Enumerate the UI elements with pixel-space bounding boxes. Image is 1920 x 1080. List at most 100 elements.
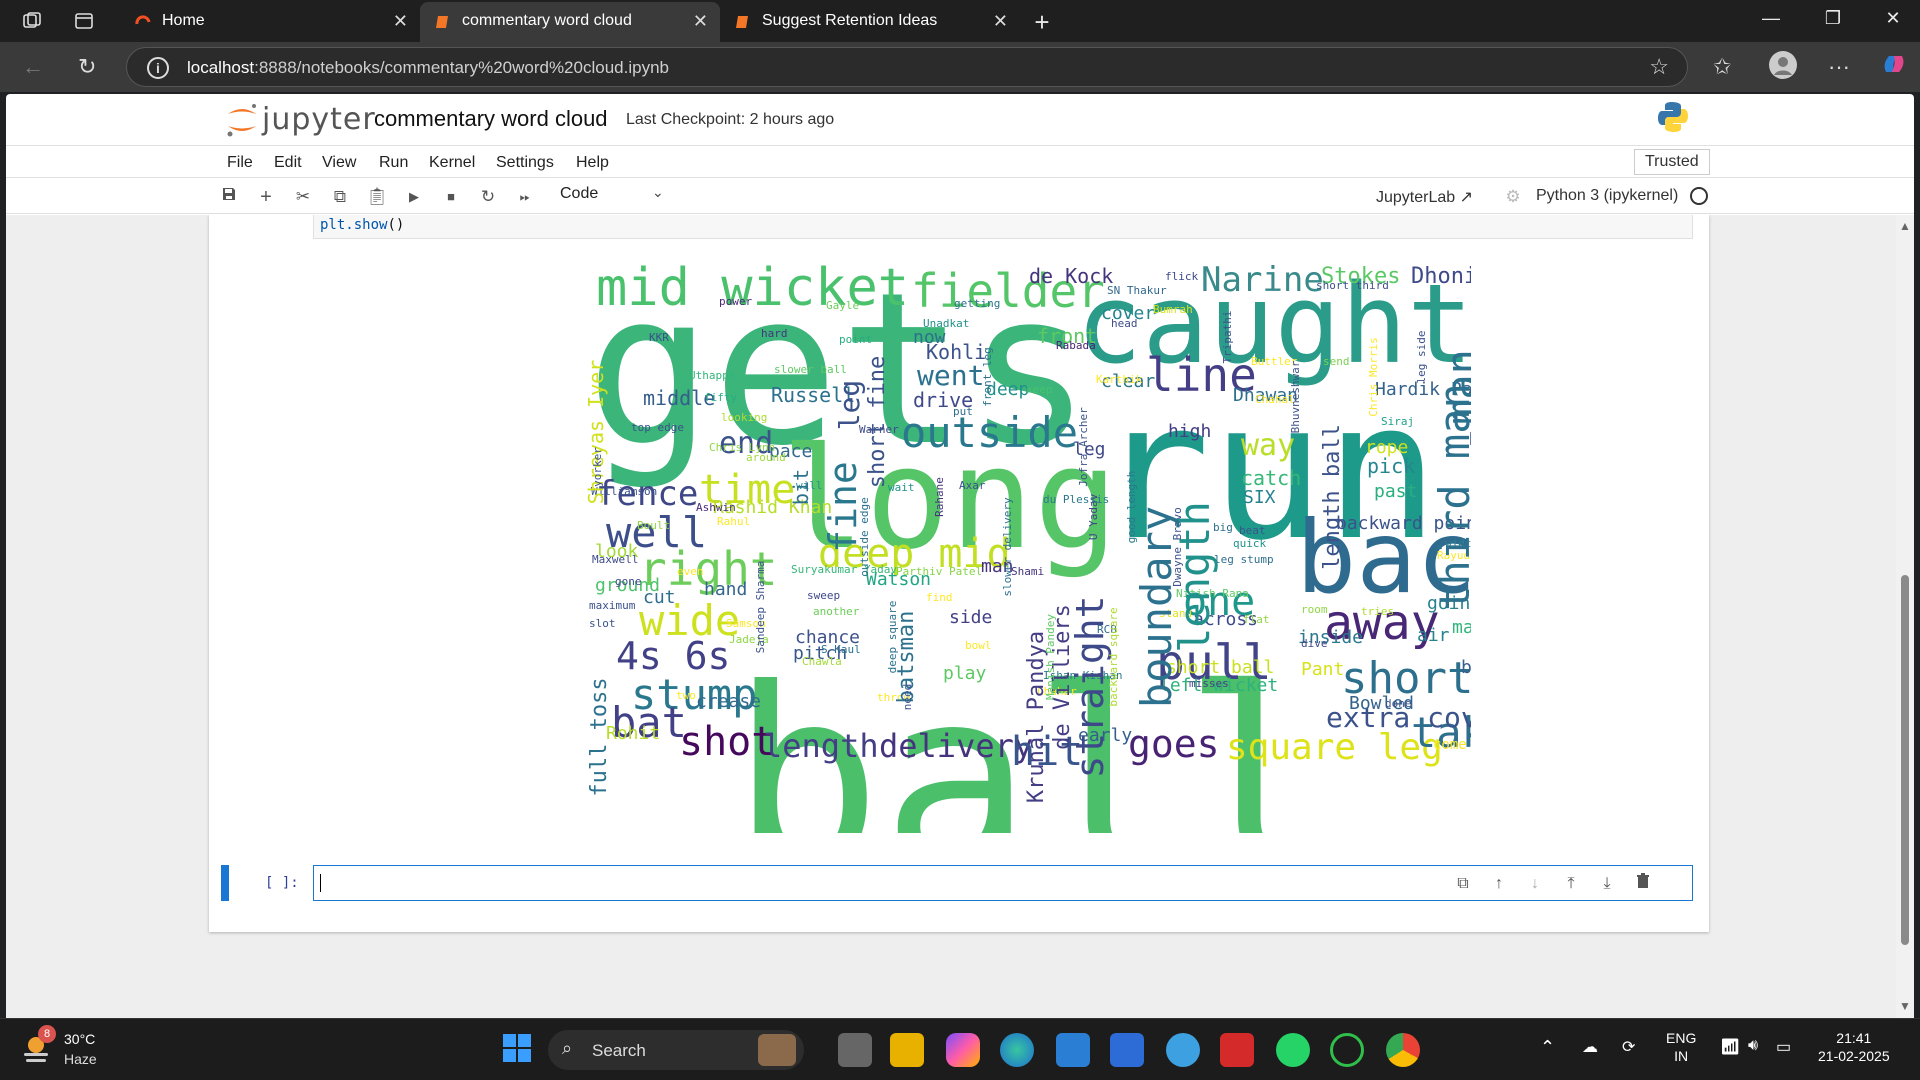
word-cloud-word: Karthik [1096,373,1143,386]
run-icon[interactable]: ▶ [403,186,425,208]
minimize-icon[interactable]: — [1756,8,1786,34]
insert-above-icon[interactable]: ⤒ [1560,873,1582,895]
move-down-icon[interactable]: ↓ [1524,873,1546,895]
windows-taskbar: 8 30°C Haze ⌕ Search ⌃ ☁ ⟳ ENG IN 📶︎ 🔊︎ ▭… [0,1018,1920,1080]
mcafee-icon[interactable] [1220,1033,1254,1067]
code-cell-tail[interactable]: plt.show() [313,215,1693,239]
whatsapp-icon[interactable] [1276,1033,1310,1067]
word-cloud-word-vertical: Chris Morris [1367,337,1380,416]
volume-icon[interactable]: 🔊︎ [1748,1037,1758,1055]
word-cloud-word: Gayle [826,299,859,312]
task-view-icon[interactable] [838,1033,872,1067]
scroll-down-icon[interactable]: ▼ [1899,999,1911,1013]
scrollbar-thumb[interactable] [1901,575,1909,945]
menu-help[interactable]: Help [576,154,609,172]
show-hidden-icons-icon[interactable]: ⌃ [1540,1037,1555,1058]
cell-input[interactable]: ⧉ ↑ ↓ ⤒ ⤓ [313,865,1693,901]
word-cloud-word: two [676,689,696,702]
battery-icon[interactable]: ▭ [1776,1037,1791,1057]
file-explorer-icon[interactable] [890,1033,924,1067]
tab-suggest-retention-ideas[interactable]: Suggest Retention Ideas ✕ [720,2,1020,42]
word-cloud-word: KKR [649,331,669,344]
word-cloud-word: even [677,565,704,578]
copilot-icon[interactable] [1880,50,1908,84]
cell-type-select[interactable]: Code ⌄ [560,184,670,203]
address-bar[interactable]: i localhost:8888/notebooks/commentary%20… [126,47,1688,87]
close-icon[interactable]: ✕ [993,11,1008,32]
weather-widget[interactable]: 8 30°C Haze [20,1025,97,1072]
menu-settings[interactable]: Settings [496,154,554,172]
stop-icon[interactable]: ■ [440,186,462,208]
vertical-scrollbar[interactable]: ▲ ▼ [1896,215,1914,1018]
word-cloud-word: another [813,605,860,618]
copy-icon[interactable]: ⧉ [329,186,351,208]
tab-commentary-word-cloud[interactable]: commentary word cloud ✕ [420,2,720,42]
window-close-icon[interactable]: ✕ [1878,8,1908,34]
insert-cell-icon[interactable]: + [255,186,277,208]
notebook-scroll-area[interactable]: plt.show() getsrunballlongcaughtbackmid … [6,215,1914,1018]
notebook-title[interactable]: commentary word cloud [374,106,608,132]
microsoft-store-icon[interactable] [1056,1033,1090,1067]
close-icon[interactable]: ✕ [693,11,708,32]
menu-kernel[interactable]: Kernel [429,154,475,172]
language-indicator[interactable]: ENG IN [1666,1029,1696,1065]
taskbar-search[interactable]: ⌕ Search [548,1030,804,1070]
active-cell-indicator [221,865,229,901]
favorites-icon[interactable]: ✩ [1713,54,1731,80]
restart-icon[interactable]: ↻ [477,186,499,208]
new-tab-icon[interactable]: + [1030,9,1054,35]
duplicate-cell-icon[interactable]: ⧉ [1452,873,1474,895]
word-cloud-word: Dhoni [1411,264,1471,289]
mysql-icon[interactable] [1110,1033,1144,1067]
word-cloud-word-vertical: Tripathi [1221,311,1234,364]
insert-below-icon[interactable]: ⤓ [1596,873,1618,895]
paste-icon[interactable]: 📋︎ [366,186,388,208]
settings-gear-icon[interactable]: ⚙ [1502,186,1524,208]
word-cloud-word-vertical: Manish Pandey [1044,614,1057,700]
menu-run[interactable]: Run [379,154,408,172]
tab-actions-icon[interactable] [72,10,96,34]
network-status-icon[interactable]: ☁ [1582,1037,1598,1057]
trusted-badge[interactable]: Trusted [1634,149,1710,175]
wifi-icon[interactable]: 📶︎ [1720,1037,1740,1057]
profile-avatar-icon[interactable] [1768,50,1798,86]
jupyterlab-link[interactable]: JupyterLab ↗ [1376,187,1473,207]
jupyter-app-icon[interactable] [1330,1033,1364,1067]
menu-view[interactable]: View [322,154,356,172]
word-cloud-word: sweep [807,589,840,602]
word-cloud-word: bowler [1461,657,1471,678]
close-icon[interactable]: ✕ [393,11,408,32]
chevron-down-icon: ⌄ [652,184,664,200]
more-options-icon[interactable]: ··· [1828,54,1850,80]
word-cloud-word: send [1323,355,1350,368]
word-cloud-word-vertical: bit [789,469,813,505]
menu-file[interactable]: File [227,154,253,172]
save-icon[interactable] [218,186,240,208]
start-windows-icon[interactable] [502,1033,536,1067]
move-up-icon[interactable]: ↑ [1488,873,1510,895]
chrome-icon[interactable] [1386,1033,1420,1067]
copilot-app-icon[interactable] [946,1033,980,1067]
fast-forward-icon[interactable]: ⏩︎ [514,186,536,208]
favorite-star-icon[interactable]: ☆ [1649,54,1669,80]
edge-browser-icon[interactable] [1000,1033,1034,1067]
text-caret [320,874,321,892]
empty-code-cell[interactable]: [ ]: ⧉ ↑ ↓ ⤒ ⤓ [209,865,1709,901]
jupyter-logo-icon [227,104,256,137]
delete-cell-icon[interactable] [1632,873,1654,895]
notebook-toolbar: + ✂ ⧉ 📋︎ ▶ ■ ↻ ⏩︎ Code ⌄ JupyterLab ↗ ⚙ … [6,178,1914,214]
menu-edit[interactable]: Edit [274,154,302,172]
refresh-icon[interactable]: ↻ [78,54,96,80]
site-info-icon[interactable]: i [147,57,169,79]
jupyter-logo[interactable]: jupyter [224,100,375,145]
scroll-up-icon[interactable]: ▲ [1899,219,1911,233]
tab-home[interactable]: Home ✕ [120,2,420,42]
kernel-name[interactable]: Python 3 (ipykernel) [1536,187,1678,205]
clock[interactable]: 21:41 21-02-2025 [1818,1029,1890,1065]
help-icon[interactable] [1166,1033,1200,1067]
back-icon[interactable]: ← [22,54,44,80]
workspaces-icon[interactable] [20,10,44,34]
cut-icon[interactable]: ✂ [292,186,314,208]
restore-icon[interactable]: ❐ [1818,8,1848,34]
sync-icon[interactable]: ⟳ [1622,1037,1635,1057]
